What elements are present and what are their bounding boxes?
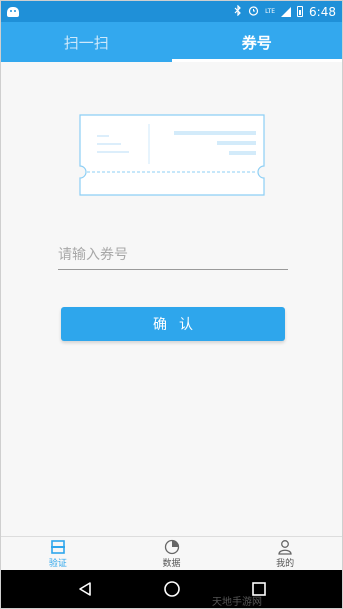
top-tabs: 扫一扫 券号 [1, 22, 342, 62]
nav-data[interactable]: 数据 [115, 537, 229, 570]
nav-mine[interactable]: 我的 [228, 537, 342, 570]
bottom-navigation: 验证 数据 我的 [1, 536, 342, 570]
battery-icon [297, 6, 304, 17]
coupon-input[interactable] [58, 240, 288, 269]
user-icon [278, 539, 292, 555]
home-icon[interactable] [162, 579, 182, 599]
lte-icon: LTE [265, 7, 276, 15]
nav-mine-label: 我的 [276, 558, 295, 569]
back-icon[interactable] [75, 579, 95, 599]
nav-data-label: 数据 [162, 558, 181, 569]
clock-time: 6:48 [309, 4, 336, 19]
alarm-icon [248, 5, 259, 19]
pie-chart-icon [164, 539, 179, 554]
tab-scan[interactable]: 扫一扫 [1, 22, 172, 62]
tab-coupon-number[interactable]: 券号 [171, 22, 343, 62]
signal-icon [281, 6, 292, 17]
watermark: 天地手游网 [212, 597, 262, 608]
verify-icon [50, 539, 65, 554]
ticket-illustration [79, 114, 265, 196]
android-icon [7, 6, 19, 17]
system-navigation-bar [1, 570, 342, 608]
main-content: 确认 [1, 62, 342, 536]
confirm-button[interactable]: 确认 [61, 307, 285, 341]
nav-verify[interactable]: 验证 [1, 537, 115, 570]
status-bar: LTE 6:48 [1, 1, 342, 22]
coupon-field [58, 240, 288, 270]
bluetooth-icon [234, 4, 242, 19]
nav-verify-label: 验证 [48, 558, 67, 569]
